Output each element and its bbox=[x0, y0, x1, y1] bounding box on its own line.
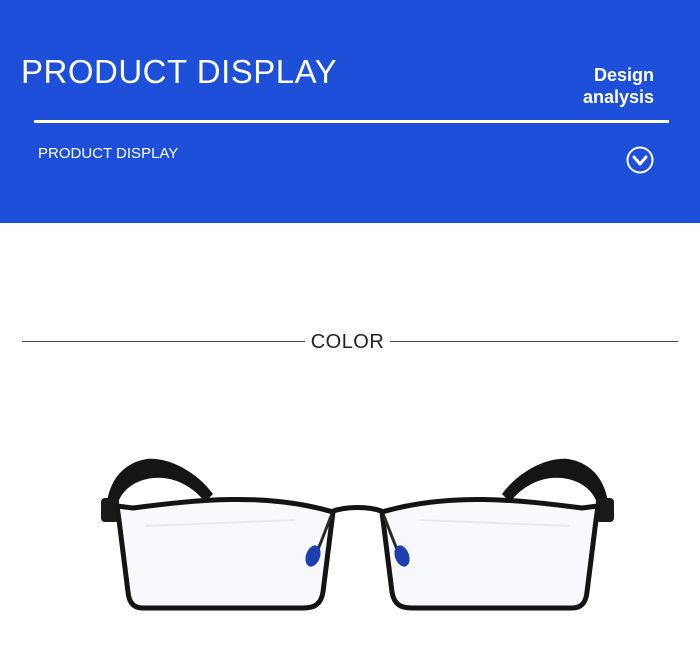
banner-title: PRODUCT DISPLAY bbox=[21, 53, 338, 90]
banner-side-line-2: analysis bbox=[582, 87, 654, 107]
header-banner: PRODUCT DISPLAY Design analysis PRODUCT … bbox=[0, 0, 700, 223]
banner-divider bbox=[34, 120, 669, 123]
eyeglasses-product-image bbox=[95, 446, 620, 626]
color-label: COLOR bbox=[310, 331, 385, 353]
color-divider-right bbox=[390, 341, 678, 342]
color-section-heading: COLOR bbox=[22, 328, 678, 356]
banner-subtitle: PRODUCT DISPLAY bbox=[38, 145, 179, 162]
banner-side-line-1: Design bbox=[593, 65, 654, 85]
color-divider-left bbox=[22, 341, 305, 342]
banner-side-text: Design analysis bbox=[534, 64, 654, 108]
chevron-down-circle-icon[interactable] bbox=[626, 146, 654, 174]
